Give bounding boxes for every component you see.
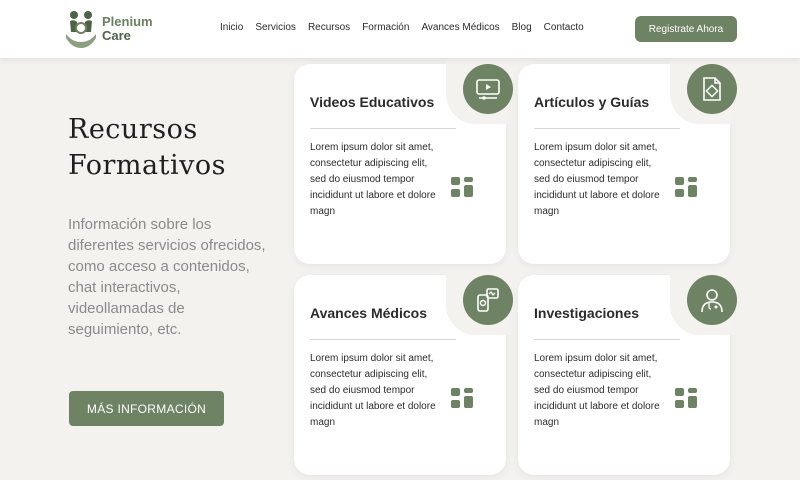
site-header: Plenium Care Inicio Servicios Recursos F… — [0, 0, 800, 58]
card-icon-badge — [463, 64, 513, 114]
brand-logo[interactable]: Plenium Care — [64, 8, 174, 50]
brand-name: Plenium — [102, 14, 153, 29]
card-divider — [534, 128, 680, 129]
card-body: Lorem ipsum dolor sit amet, consectetur … — [310, 142, 436, 217]
grid-icon — [675, 388, 697, 408]
grid-icon — [451, 177, 473, 197]
card-title: Investigaciones — [534, 305, 640, 321]
nav-item-contacto[interactable]: Contacto — [544, 22, 584, 33]
card-divider — [534, 339, 680, 340]
card-title: Avances Médicos — [310, 305, 427, 321]
nav-item-recursos[interactable]: Recursos — [308, 22, 350, 33]
card-divider — [310, 339, 456, 340]
nav-item-blog[interactable]: Blog — [512, 22, 532, 33]
video-icon — [476, 79, 500, 100]
card-avances-medicos[interactable]: Avances Médicos Lorem ipsum dolor sit am… — [294, 271, 513, 475]
page-title-line-2: Formativos — [68, 150, 226, 181]
card-divider — [310, 128, 456, 129]
document-icon — [703, 77, 721, 101]
card-icon-badge — [687, 275, 737, 325]
card-body: Lorem ipsum dolor sit amet, consectetur … — [534, 142, 660, 217]
card-articulos-guias[interactable]: Artículos y Guías Lorem ipsum dolor sit … — [518, 60, 737, 264]
more-info-button[interactable]: MÁS INFORMACIÓN — [69, 391, 224, 426]
brand-name-suffix: Care — [102, 28, 131, 43]
nav-item-servicios[interactable]: Servicios — [255, 22, 296, 33]
grid-icon — [675, 177, 697, 197]
hero-description: Información sobre los diferentes servici… — [68, 216, 266, 338]
nav-item-avances-medicos[interactable]: Avances Médicos — [421, 22, 499, 33]
page-title: Recursos Formativos — [68, 112, 288, 184]
doctor-icon — [701, 289, 723, 313]
card-title: Videos Educativos — [310, 94, 435, 110]
nav-item-inicio[interactable]: Inicio — [220, 22, 243, 33]
care-hands-icon — [66, 11, 96, 48]
grid-icon — [451, 388, 473, 408]
card-body: Lorem ipsum dolor sit amet, consectetur … — [534, 353, 660, 428]
card-videos-educativos[interactable]: Videos Educativos Lorem ipsum dolor sit … — [294, 60, 513, 264]
card-title: Artículos y Guías — [534, 94, 650, 110]
card-icon-badge — [463, 275, 513, 325]
card-icon-badge — [687, 64, 737, 114]
main-nav: Inicio Servicios Recursos Formación Avan… — [220, 22, 596, 33]
register-button[interactable]: Registrate Ahora — [635, 16, 737, 42]
card-investigaciones[interactable]: Investigaciones Lorem ipsum dolor sit am… — [518, 271, 737, 475]
nav-item-formacion[interactable]: Formación — [362, 22, 409, 33]
page-title-line-1: Recursos — [68, 114, 198, 145]
medical-device-icon — [477, 288, 499, 312]
card-body: Lorem ipsum dolor sit amet, consectetur … — [310, 353, 436, 428]
